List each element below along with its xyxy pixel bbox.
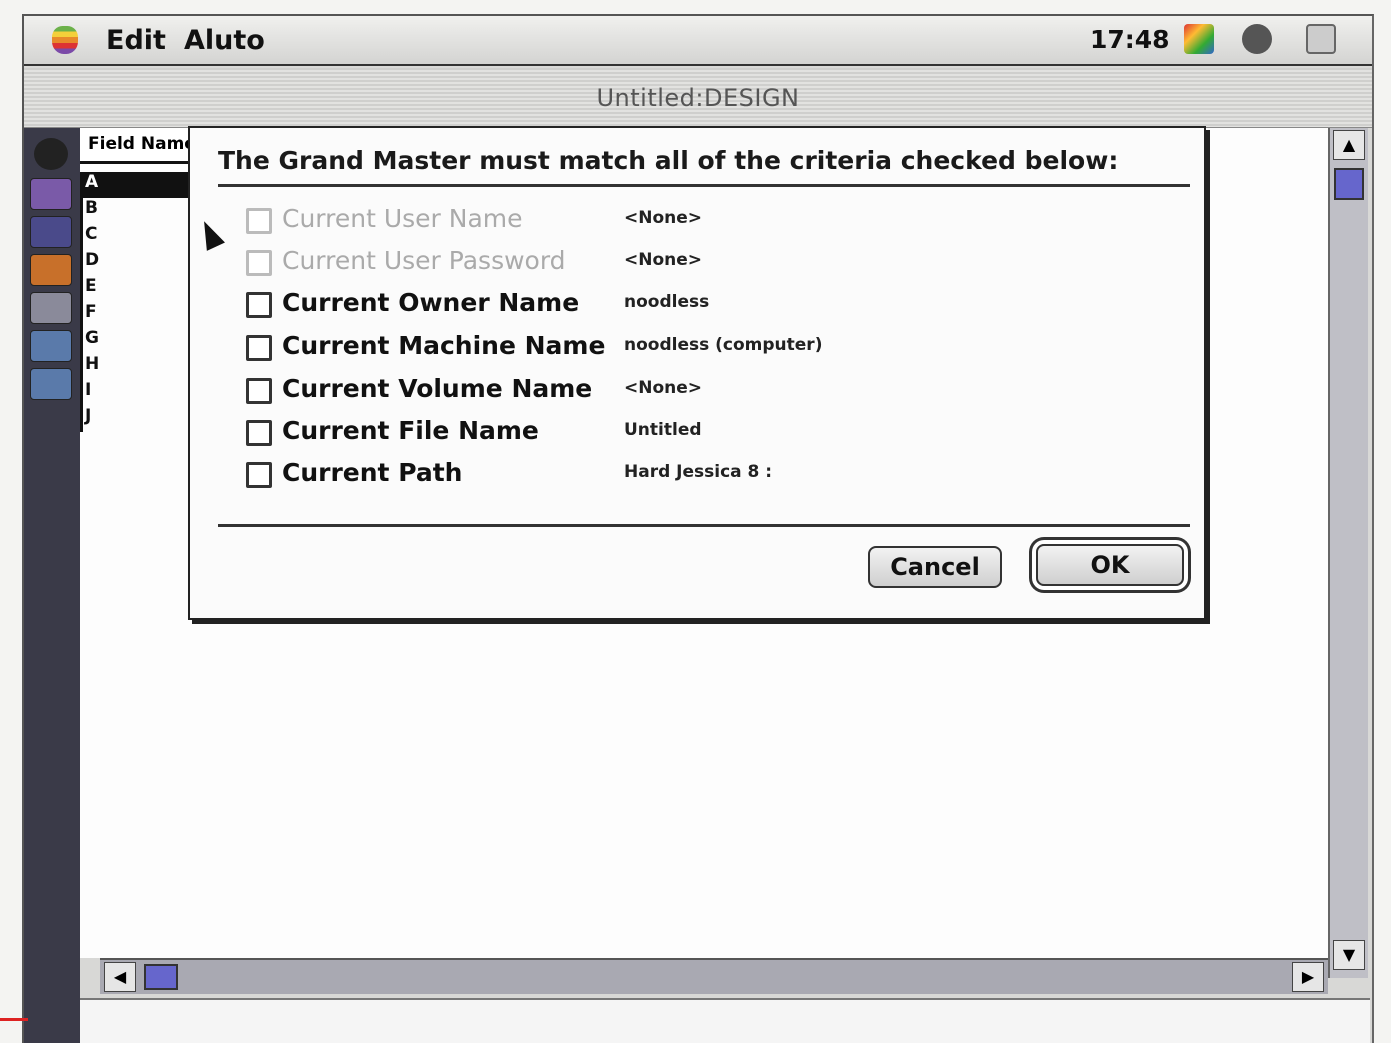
field-row[interactable]: F: [80, 302, 190, 328]
current-volume-name-checkbox[interactable]: [246, 378, 272, 404]
criterion-value: noodless: [624, 292, 710, 312]
color-picker-icon[interactable]: [1184, 24, 1214, 54]
criterion-label: Current User Name: [282, 204, 523, 233]
window-title: Untitled:DESIGN: [596, 84, 800, 112]
field-row[interactable]: H: [80, 354, 190, 380]
scroll-right-icon[interactable]: ▶: [1292, 962, 1324, 992]
menu-bar: Edit Aluto 17:48: [24, 16, 1372, 66]
vertical-scroll-thumb[interactable]: [1334, 168, 1364, 200]
menu-aluto[interactable]: Aluto: [184, 25, 265, 56]
scroll-up-icon[interactable]: ▲: [1333, 130, 1365, 160]
scroll-left-icon[interactable]: ◀: [104, 962, 136, 992]
dialog-divider-bottom: [218, 524, 1190, 527]
current-file-name-checkbox[interactable]: [246, 420, 272, 446]
criterion-label[interactable]: Current Owner Name: [282, 288, 579, 317]
field-row[interactable]: A: [80, 172, 190, 198]
application-menu-icon[interactable]: [1306, 24, 1336, 54]
current-machine-name-checkbox[interactable]: [246, 335, 272, 361]
criterion-current-owner-name[interactable]: Current Owner Name noodless: [246, 288, 1046, 324]
arrow-return-tool-icon[interactable]: [30, 368, 72, 400]
criterion-value: Untitled: [624, 420, 702, 440]
layout-tool-icon[interactable]: [30, 254, 72, 286]
criterion-current-file-name[interactable]: Current File Name Untitled: [246, 416, 1046, 452]
current-path-checkbox[interactable]: [246, 462, 272, 488]
apple-menu-icon[interactable]: [52, 26, 78, 54]
grand-master-criteria-dialog: The Grand Master must match all of the c…: [188, 126, 1206, 620]
lock-tool-icon[interactable]: [30, 292, 72, 324]
criterion-current-volume-name[interactable]: Current Volume Name <None>: [246, 374, 1046, 410]
current-owner-name-checkbox[interactable]: [246, 292, 272, 318]
vertical-scrollbar[interactable]: ▲ ▼: [1328, 128, 1368, 978]
dialog-title: The Grand Master must match all of the c…: [218, 146, 1119, 175]
current-user-password-checkbox: [246, 250, 272, 276]
menu-edit[interactable]: Edit: [106, 25, 166, 56]
color-tool-icon[interactable]: [30, 178, 72, 210]
script-tool-icon[interactable]: [30, 216, 72, 248]
status-bar: [80, 998, 1370, 1043]
criterion-value: Hard Jessica 8 :: [624, 462, 773, 482]
current-user-name-checkbox: [246, 208, 272, 234]
field-row[interactable]: D: [80, 250, 190, 276]
field-name-header[interactable]: Field Name: [80, 128, 190, 164]
cancel-button[interactable]: Cancel: [868, 546, 1002, 588]
criterion-value: <None>: [624, 378, 703, 398]
field-row[interactable]: G: [80, 328, 190, 354]
dialog-divider-top: [218, 184, 1190, 187]
arrow-right-tool-icon[interactable]: [30, 330, 72, 362]
criterion-label[interactable]: Current File Name: [282, 416, 539, 445]
field-row[interactable]: C: [80, 224, 190, 250]
criterion-value: noodless (computer): [624, 335, 823, 355]
tool-palette: [24, 128, 80, 1043]
field-row[interactable]: J: [80, 406, 190, 432]
criterion-current-machine-name[interactable]: Current Machine Name noodless (computer): [246, 331, 1046, 367]
menu-clock[interactable]: 17:48: [1090, 25, 1170, 54]
field-row[interactable]: E: [80, 276, 190, 302]
criterion-current-path[interactable]: Current Path Hard Jessica 8 :: [246, 458, 1046, 494]
edge-marker: [0, 1018, 28, 1021]
field-row[interactable]: B: [80, 198, 190, 224]
horizontal-scrollbar[interactable]: ◀ ▶: [100, 958, 1328, 994]
criterion-value: <None>: [624, 208, 703, 228]
criterion-label[interactable]: Current Path: [282, 458, 462, 487]
criterion-current-user-name: Current User Name <None>: [246, 204, 1046, 240]
record-tool-icon[interactable]: [34, 138, 68, 170]
criterion-label[interactable]: Current Machine Name: [282, 331, 605, 360]
ok-button[interactable]: OK: [1036, 544, 1184, 586]
field-row[interactable]: I: [80, 380, 190, 406]
criterion-label: Current User Password: [282, 246, 566, 275]
scroll-down-icon[interactable]: ▼: [1333, 940, 1365, 970]
horizontal-scroll-thumb[interactable]: [144, 964, 178, 990]
window-titlebar[interactable]: Untitled:DESIGN: [24, 68, 1372, 128]
control-strip-icon[interactable]: [1242, 24, 1272, 54]
criterion-current-user-password: Current User Password <None>: [246, 246, 1046, 282]
field-list: A B C D E F G H I J: [80, 172, 190, 432]
criterion-label[interactable]: Current Volume Name: [282, 374, 592, 403]
criterion-value: <None>: [624, 250, 703, 270]
